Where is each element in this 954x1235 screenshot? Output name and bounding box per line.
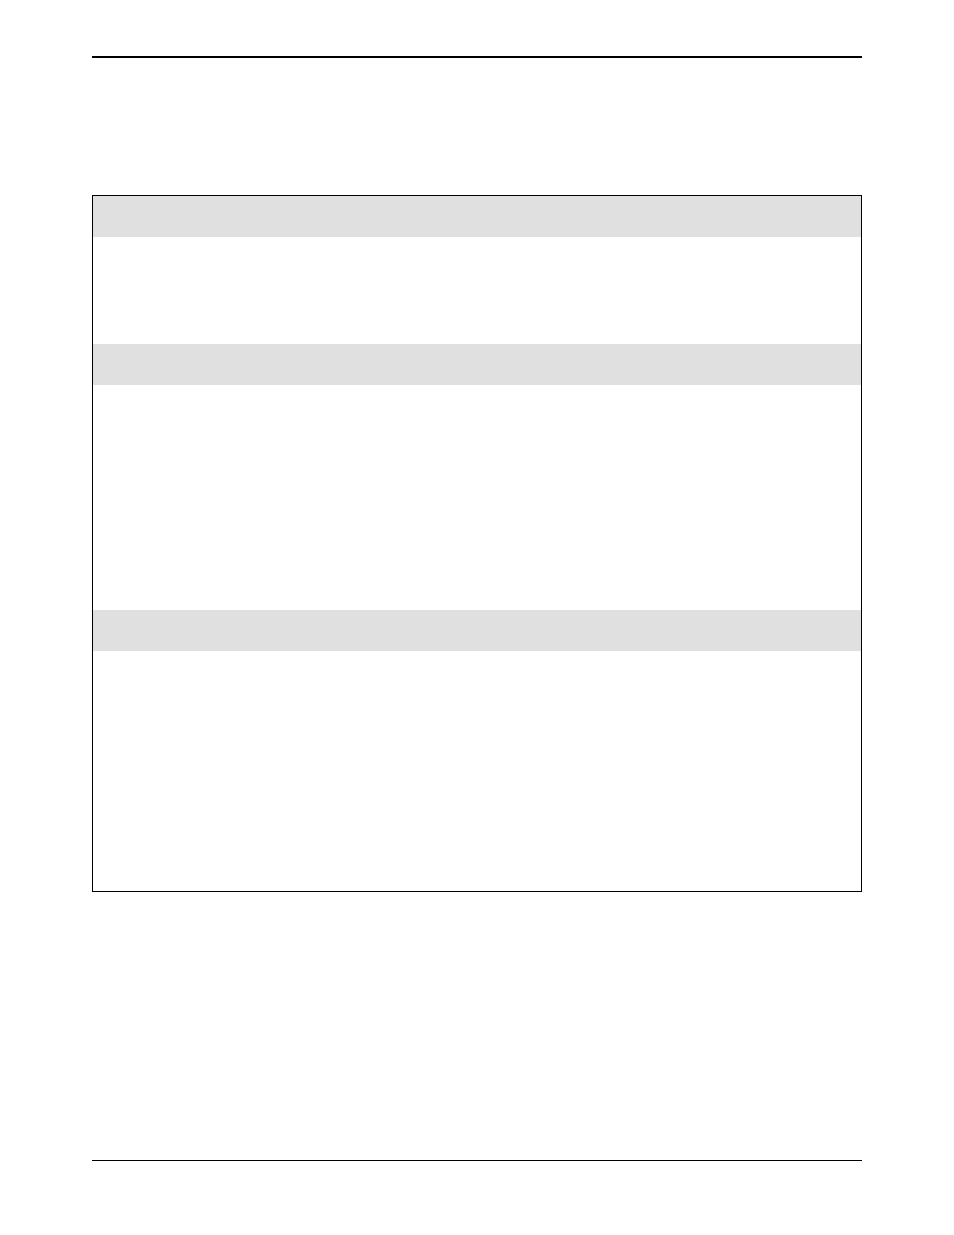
section-band	[93, 196, 861, 237]
section-band	[93, 344, 861, 385]
section-body	[93, 385, 861, 610]
section-body	[93, 651, 861, 891]
top-rule	[92, 56, 862, 58]
section-body	[93, 237, 861, 344]
section-band	[93, 610, 861, 651]
bottom-rule	[92, 1160, 862, 1161]
content-area	[92, 195, 862, 892]
bordered-box	[92, 195, 862, 892]
